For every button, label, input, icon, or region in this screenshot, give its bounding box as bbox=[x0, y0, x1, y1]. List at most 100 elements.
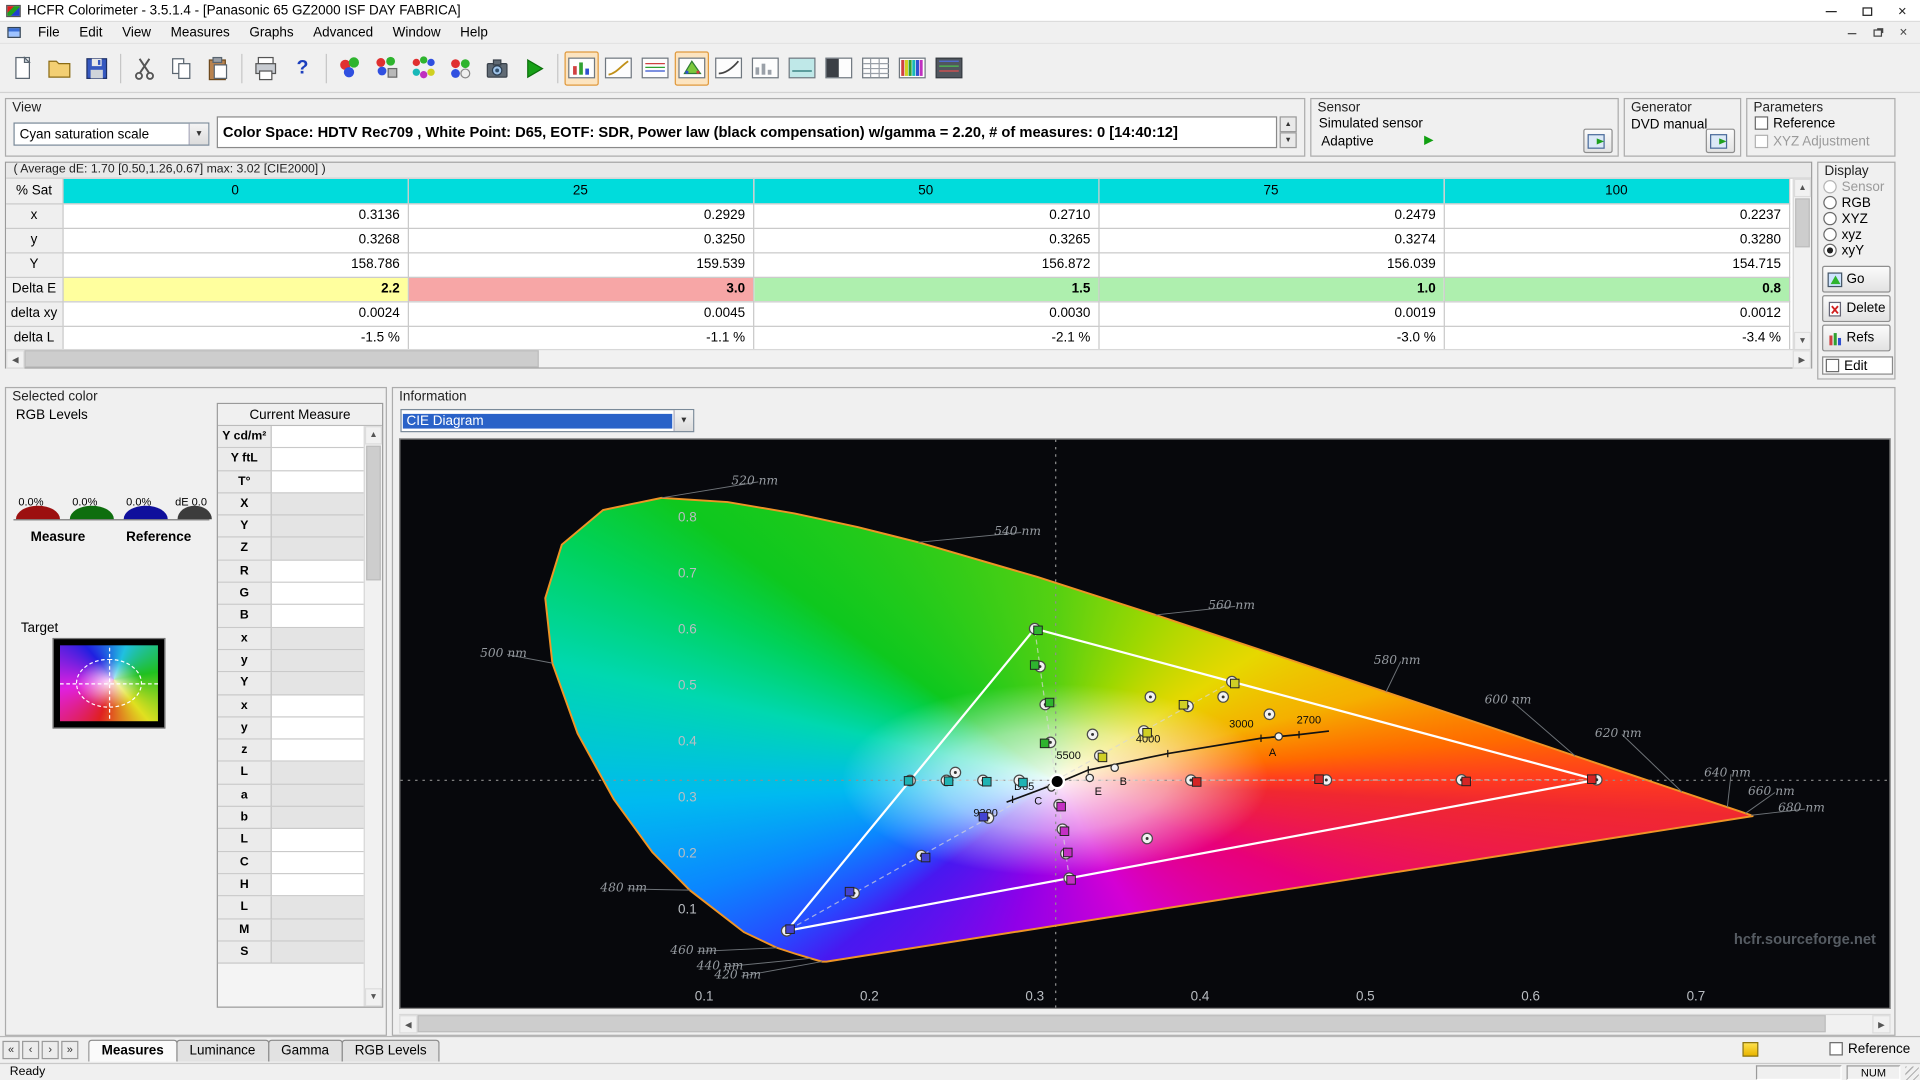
refs-button[interactable]: Refs bbox=[1822, 324, 1891, 352]
display-radio-xyz[interactable]: XYZ bbox=[1818, 211, 1896, 228]
minimize-button[interactable] bbox=[1813, 0, 1849, 22]
measure-cell[interactable]: 0.8 bbox=[1443, 276, 1790, 302]
column-header[interactable]: 50 bbox=[753, 178, 1099, 204]
view-grayscale-button[interactable] bbox=[564, 50, 599, 86]
column-header[interactable]: 0 bbox=[62, 178, 409, 204]
scroll-right-icon[interactable]: ▶ bbox=[1872, 1015, 1891, 1034]
measure-cell[interactable]: 0.3274 bbox=[1098, 227, 1445, 253]
measure-cell[interactable]: 0.3280 bbox=[1443, 227, 1790, 253]
scroll-thumb[interactable] bbox=[24, 350, 539, 368]
measure-cell[interactable]: 0.3268 bbox=[62, 227, 409, 253]
column-header[interactable]: 75 bbox=[1098, 178, 1445, 204]
save-file-button[interactable] bbox=[80, 51, 114, 85]
print-button[interactable] bbox=[249, 51, 283, 85]
information-dropdown[interactable]: CIE Diagram ▼ bbox=[400, 408, 695, 433]
paste-button[interactable] bbox=[201, 51, 235, 85]
tab-scroll-left-button[interactable]: ‹ bbox=[22, 1040, 40, 1060]
cie-diagram[interactable]: 93005500400030002700D65EBCA520 nm540 nm5… bbox=[399, 438, 1891, 1009]
measure-cell[interactable]: 0.2479 bbox=[1098, 203, 1445, 229]
menu-help[interactable]: Help bbox=[450, 23, 497, 43]
measure-cell[interactable]: 0.0045 bbox=[407, 301, 754, 327]
measure-cell[interactable]: 154.715 bbox=[1443, 252, 1790, 278]
measure-cell[interactable]: -2.1 % bbox=[753, 325, 1099, 351]
mdi-document-icon[interactable] bbox=[7, 26, 21, 38]
column-header[interactable]: 100 bbox=[1443, 178, 1790, 204]
spin-down-icon[interactable]: ▼ bbox=[1279, 132, 1297, 149]
measure-cell[interactable]: 1.0 bbox=[1098, 276, 1445, 302]
measure-cell[interactable]: 0.0024 bbox=[62, 301, 409, 327]
info-spinner[interactable]: ▲ ▼ bbox=[1279, 116, 1297, 149]
menu-view[interactable]: View bbox=[112, 23, 161, 43]
display-radio-rgb[interactable]: RGB bbox=[1818, 195, 1896, 212]
tab-luminance[interactable]: Luminance bbox=[176, 1038, 269, 1062]
measure-primaries-button[interactable] bbox=[370, 51, 404, 85]
sensor-config-button[interactable] bbox=[1583, 128, 1613, 154]
scroll-right-icon[interactable]: ▶ bbox=[1792, 350, 1812, 369]
chevron-down-icon[interactable]: ▼ bbox=[188, 123, 209, 145]
snapshot-button[interactable] bbox=[480, 51, 514, 85]
measure-cell[interactable]: 0.0030 bbox=[753, 301, 1099, 327]
view-settings-button[interactable] bbox=[932, 51, 966, 85]
close-button[interactable]: × bbox=[1885, 0, 1920, 22]
about-button[interactable]: ? bbox=[285, 51, 319, 85]
tab-scroll-last-button[interactable]: » bbox=[61, 1040, 79, 1060]
measure-cell[interactable]: 3.0 bbox=[407, 276, 754, 302]
view-smpte-button[interactable] bbox=[895, 51, 929, 85]
mdi-restore-button[interactable] bbox=[1866, 24, 1889, 41]
color-profile-icon[interactable] bbox=[1742, 1042, 1759, 1057]
measure-cell[interactable]: 0.0019 bbox=[1098, 301, 1445, 327]
scroll-left-icon[interactable]: ◀ bbox=[399, 1015, 418, 1034]
resize-grip[interactable] bbox=[1905, 1066, 1919, 1080]
scroll-down-icon[interactable]: ▼ bbox=[364, 988, 383, 1007]
menu-window[interactable]: Window bbox=[383, 23, 451, 43]
go-button[interactable]: Go bbox=[1822, 265, 1891, 293]
tab-gamma[interactable]: Gamma bbox=[267, 1038, 343, 1062]
menu-file[interactable]: File bbox=[28, 23, 69, 43]
view-gamma-button[interactable] bbox=[601, 51, 635, 85]
measure-cell[interactable]: 158.786 bbox=[62, 252, 409, 278]
sensor-run-icon[interactable]: ▶ bbox=[1424, 133, 1433, 146]
measure-secondaries-button[interactable] bbox=[407, 51, 441, 85]
delete-button[interactable]: Delete bbox=[1822, 295, 1891, 323]
view-mode-dropdown[interactable]: Cyan saturation scale ▼ bbox=[13, 122, 210, 146]
view-colortemp-button[interactable] bbox=[785, 51, 819, 85]
edit-checkbox[interactable]: Edit bbox=[1822, 356, 1894, 375]
scroll-thumb[interactable] bbox=[417, 1015, 1826, 1033]
view-luminance-button[interactable] bbox=[711, 51, 745, 85]
reference-checkbox[interactable]: Reference bbox=[1754, 116, 1835, 131]
view-contrast-button[interactable] bbox=[822, 51, 856, 85]
measure-cell[interactable]: 0.0012 bbox=[1443, 301, 1790, 327]
generator-config-button[interactable] bbox=[1705, 128, 1736, 154]
measure-cell[interactable]: 0.3265 bbox=[753, 227, 1099, 253]
mdi-minimize-button[interactable] bbox=[1840, 24, 1863, 41]
scroll-down-icon[interactable]: ▼ bbox=[1793, 331, 1812, 351]
measure-grayscale-button[interactable] bbox=[333, 51, 367, 85]
reference-toggle[interactable]: Reference bbox=[1829, 1042, 1910, 1057]
measure-cell[interactable]: 159.539 bbox=[407, 252, 754, 278]
open-file-button[interactable] bbox=[43, 51, 77, 85]
new-file-button[interactable] bbox=[6, 51, 40, 85]
measure-cell[interactable]: 156.039 bbox=[1098, 252, 1445, 278]
tab-rgb-levels[interactable]: RGB Levels bbox=[341, 1038, 441, 1062]
view-rgb-levels-button[interactable] bbox=[638, 51, 672, 85]
measure-full-button[interactable] bbox=[443, 51, 477, 85]
measure-cell[interactable]: 0.2929 bbox=[407, 203, 754, 229]
measure-cell[interactable]: -3.4 % bbox=[1443, 325, 1790, 351]
tab-scroll-right-button[interactable]: › bbox=[41, 1040, 59, 1060]
measure-cell[interactable]: 0.3136 bbox=[62, 203, 409, 229]
scroll-up-icon[interactable]: ▲ bbox=[364, 426, 383, 445]
maximize-button[interactable] bbox=[1849, 0, 1885, 22]
view-measures-grid-button[interactable] bbox=[858, 51, 892, 85]
menu-edit[interactable]: Edit bbox=[69, 23, 112, 43]
view-cie-diagram-button[interactable] bbox=[674, 50, 709, 86]
cut-button[interactable] bbox=[127, 51, 161, 85]
measure-cell[interactable]: -1.1 % bbox=[407, 325, 754, 351]
menu-measures[interactable]: Measures bbox=[161, 23, 240, 43]
measure-cell[interactable]: 2.2 bbox=[62, 276, 409, 302]
display-radio-xyz[interactable]: xyz bbox=[1818, 227, 1896, 244]
view-histogram-button[interactable] bbox=[748, 51, 782, 85]
tab-scroll-first-button[interactable]: « bbox=[2, 1040, 20, 1060]
measures-hscrollbar[interactable]: ◀ ▶ bbox=[6, 348, 1812, 369]
measure-cell[interactable]: -1.5 % bbox=[62, 325, 409, 351]
mdi-close-button[interactable]: × bbox=[1892, 24, 1915, 41]
